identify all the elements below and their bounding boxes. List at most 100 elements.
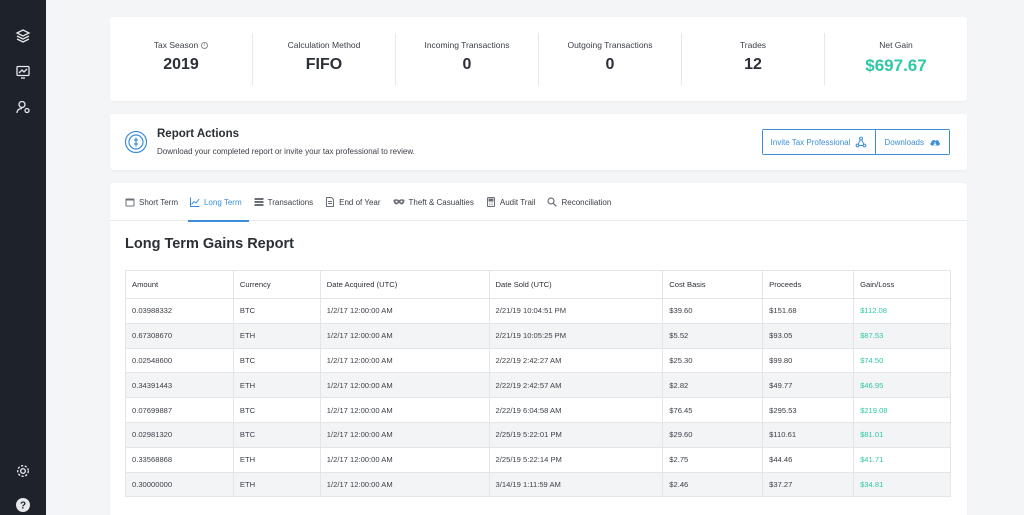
tab-long-term[interactable]: Long Term — [187, 183, 249, 222]
report-action-buttons: Invite Tax Professional Downloads — [761, 129, 950, 155]
currency-cell: BTC — [232, 421, 321, 448]
proceeds-cell: $295.53 — [762, 397, 855, 423]
downloads-button[interactable]: Downloads — [875, 130, 949, 154]
amount-cell: 0.02981320 — [125, 421, 234, 448]
stat-label: Trades — [739, 40, 767, 50]
currency-cell: BTC — [232, 298, 321, 324]
column-header[interactable]: Date Acquired (UTC) — [319, 270, 490, 299]
tab-reconciliation[interactable]: Reconciliation — [547, 183, 618, 221]
gear-icon[interactable] — [13, 461, 33, 481]
table-row: 0.07699887 BTC 1/2/17 12:00:00 AM 2/22/1… — [125, 397, 951, 423]
tab-label: Theft & Casualties — [408, 197, 474, 207]
gain-loss-cell: $46.95 — [853, 372, 951, 399]
date-sold-cell: 2/25/19 5:22:01 PM — [488, 421, 664, 448]
date-acquired-cell: 1/2/17 12:00:00 AM — [319, 298, 490, 324]
report-title: Long Term Gains Report — [125, 236, 294, 252]
amount-cell: 0.03988332 — [125, 298, 234, 324]
cost-basis-cell: $25.30 — [662, 347, 764, 374]
tab-label: Reconciliation — [561, 197, 612, 207]
tab-label: End of Year — [339, 197, 381, 207]
currency-cell: ETH — [232, 446, 321, 473]
report-panel: Short Term Long Term Transactions End of… — [110, 183, 967, 515]
amount-cell: 0.67308670 — [125, 322, 234, 349]
svg-text:?: ? — [20, 501, 26, 512]
gain-loss-cell: $34.81 — [853, 471, 951, 498]
summary-stats: Tax Season i 2019 Calculation Method FIFO… — [110, 17, 967, 101]
date-sold-cell: 2/22/19 2:42:27 AM — [488, 347, 664, 374]
table-row: 0.02981320 BTC 1/2/17 12:00:00 AM 2/25/1… — [125, 421, 951, 448]
date-acquired-cell: 1/2/17 12:00:00 AM — [319, 347, 490, 374]
tab-label: Transactions — [267, 197, 314, 207]
date-acquired-cell: 1/2/17 12:00:00 AM — [319, 372, 490, 399]
amount-cell: 0.33568868 — [125, 446, 234, 473]
currency-cell: ETH — [232, 471, 321, 498]
stat-value: 0 — [605, 56, 615, 73]
column-header[interactable]: Date Sold (UTC) — [488, 270, 664, 299]
amount-cell: 0.30000000 — [125, 471, 234, 498]
tab-label: Short Term — [139, 197, 178, 207]
stat-label: Tax Season — [153, 40, 199, 50]
document-icon — [326, 197, 335, 207]
tab-transactions[interactable]: Transactions — [254, 183, 321, 221]
cost-basis-cell: $2.75 — [662, 446, 764, 473]
tab-short-term[interactable]: Short Term — [125, 183, 185, 221]
currency-cell: ETH — [232, 372, 321, 399]
stat-value: 2019 — [163, 56, 199, 73]
currency-cell: ETH — [232, 322, 321, 349]
column-header[interactable]: Proceeds — [762, 270, 855, 299]
dashboard-monitor-icon[interactable] — [13, 62, 33, 82]
amount-cell: 0.02548600 — [125, 347, 234, 374]
tab-audit-trail[interactable]: Audit Trail — [486, 183, 543, 221]
cost-basis-cell: $5.52 — [662, 322, 764, 349]
proceeds-cell: $49.77 — [762, 372, 855, 399]
report-tabs: Short Term Long Term Transactions End of… — [110, 183, 967, 222]
table-header-row: Amount Currency Date Acquired (UTC) Date… — [125, 270, 951, 299]
invite-tax-professional-button[interactable]: Invite Tax Professional — [762, 130, 876, 154]
long-term-gains-table: Amount Currency Date Acquired (UTC) Date… — [125, 270, 951, 498]
currency-cell: BTC — [232, 397, 321, 423]
help-icon[interactable]: ? — [13, 495, 33, 515]
stat-calculation-method[interactable]: Calculation Method FIFO — [253, 33, 396, 85]
proceeds-cell: $110.61 — [762, 421, 855, 448]
info-icon[interactable]: i — [201, 41, 209, 49]
column-header[interactable]: Cost Basis — [662, 270, 764, 299]
column-header[interactable]: Amount — [125, 270, 234, 299]
date-sold-cell: 2/21/19 10:04:51 PM — [488, 298, 664, 324]
stat-tax-season[interactable]: Tax Season i 2019 — [110, 33, 253, 85]
date-acquired-cell: 1/2/17 12:00:00 AM — [319, 421, 490, 448]
user-settings-icon[interactable] — [13, 97, 33, 117]
proceeds-cell: $44.46 — [762, 446, 855, 473]
column-header[interactable]: Gain/Loss — [853, 270, 951, 299]
stat-label: Incoming Transactions — [424, 40, 510, 50]
date-acquired-cell: 1/2/17 12:00:00 AM — [319, 446, 490, 473]
stat-label: Calculation Method — [287, 40, 361, 50]
layers-icon[interactable] — [13, 26, 33, 46]
stat-incoming-transactions: Incoming Transactions 0 — [396, 33, 539, 85]
table-row: 0.03988332 BTC 1/2/17 12:00:00 AM 2/21/1… — [125, 298, 951, 324]
stat-trades: Trades 12 — [682, 33, 825, 85]
search-icon — [547, 197, 558, 207]
column-header[interactable]: Currency — [232, 270, 321, 299]
report-actions-panel: Report Actions Download your completed r… — [110, 114, 967, 170]
gain-loss-cell: $87.53 — [853, 322, 951, 349]
cost-basis-cell: $39.60 — [662, 298, 764, 324]
stat-net-gain: Net Gain $697.67 — [825, 33, 967, 85]
date-sold-cell: 2/22/19 2:42:57 AM — [488, 372, 664, 399]
stat-label: Net Gain — [879, 40, 913, 50]
gain-loss-cell: $81.01 — [853, 421, 951, 448]
proceeds-cell: $93.05 — [762, 322, 855, 349]
table-row: 0.34391443 ETH 1/2/17 12:00:00 AM 2/22/1… — [125, 372, 951, 399]
gain-loss-cell: $219.08 — [853, 397, 951, 423]
table-row: 0.33568868 ETH 1/2/17 12:00:00 AM 2/25/1… — [125, 446, 951, 473]
stat-value: 12 — [744, 56, 762, 73]
table-body: 0.03988332 BTC 1/2/17 12:00:00 AM 2/21/1… — [125, 298, 951, 498]
date-acquired-cell: 1/2/17 12:00:00 AM — [319, 471, 490, 498]
tab-label: Audit Trail — [499, 197, 536, 207]
tab-end-of-year[interactable]: End of Year — [325, 183, 387, 221]
share-network-icon — [856, 136, 867, 148]
table-row: 0.02548600 BTC 1/2/17 12:00:00 AM 2/22/1… — [125, 347, 951, 374]
gain-loss-cell: $112.08 — [853, 298, 951, 324]
tab-theft-casualties[interactable]: Theft & Casualties — [393, 183, 481, 221]
calendar-icon — [125, 198, 135, 207]
amount-cell: 0.34391443 — [125, 372, 234, 399]
